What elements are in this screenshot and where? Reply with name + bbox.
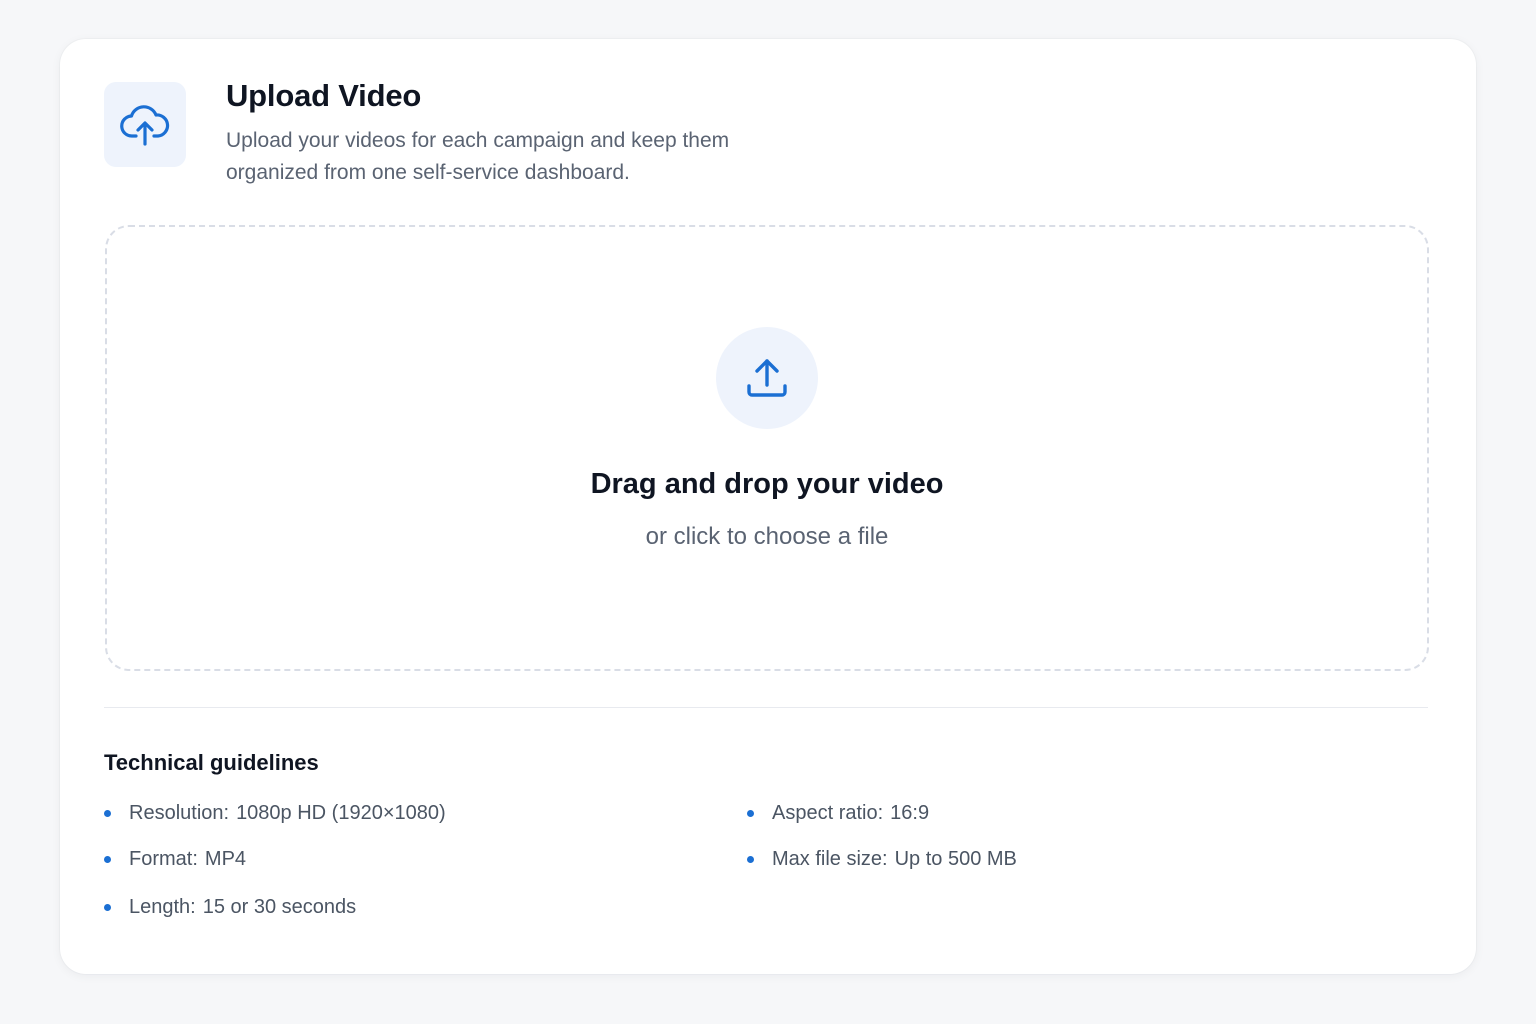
bullet-dot [104, 856, 111, 863]
cloud-upload-icon [120, 104, 170, 146]
video-dropzone[interactable]: Drag and drop your video or click to cho… [105, 225, 1429, 671]
guideline-aspect-ratio: Aspect ratio: 16:9 [747, 802, 929, 825]
upload-video-card: Upload Video Upload your videos for each… [60, 39, 1476, 974]
page-title: Upload Video [226, 78, 422, 113]
page-subtitle: Upload your videos for each campaign and… [226, 129, 730, 184]
guideline-value: 16:9 [890, 802, 930, 824]
guideline-value: MP4 [204, 848, 247, 870]
bullet-dot [747, 856, 754, 863]
upload-tray-icon [747, 359, 787, 397]
bullet-dot [104, 904, 111, 911]
guideline-label: Length: [129, 896, 196, 918]
guideline-resolution: Resolution: 1080p HD (1920×1080) [104, 802, 446, 825]
upload-icon-circle [716, 327, 818, 429]
guideline-value: 1080p HD (1920×1080) [236, 802, 446, 824]
section-divider [104, 707, 1428, 708]
guideline-max-file-size: Max file size: Up to 500 MB [747, 848, 1017, 871]
guideline-value: 15 or 30 seconds [202, 896, 357, 918]
guideline-label: Max file size: [772, 848, 888, 870]
guideline-length: Length: 15 or 30 seconds [104, 896, 356, 919]
bullet-dot [104, 810, 111, 817]
guideline-value: Up to 500 MB [894, 848, 1017, 870]
guideline-format: Format: MP4 [104, 848, 246, 871]
choose-file-link[interactable]: or click to choose a file [107, 523, 1427, 551]
guideline-label: Format: [129, 848, 198, 870]
guideline-label: Aspect ratio: [772, 802, 884, 824]
header-icon-tile [104, 82, 186, 167]
bullet-dot [747, 810, 754, 817]
guideline-label: Resolution: [129, 802, 230, 824]
dropzone-title: Drag and drop your video [590, 468, 944, 500]
guidelines-title: Technical guidelines [104, 750, 319, 775]
